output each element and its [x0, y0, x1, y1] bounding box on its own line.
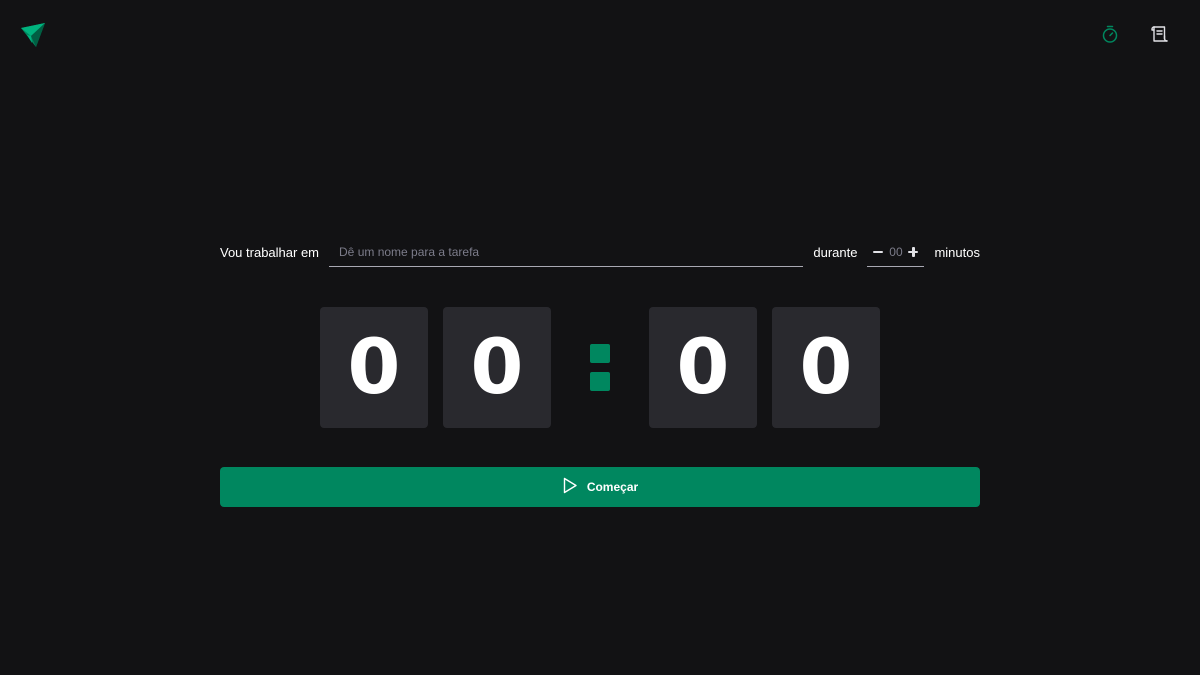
digit-text: 0: [800, 336, 853, 400]
seconds-ones-digit: 0: [772, 307, 880, 428]
timer-icon: [1100, 24, 1120, 49]
start-button-label: Começar: [586, 480, 639, 494]
minutes-input[interactable]: 00: [888, 245, 904, 259]
task-label: Vou trabalhar em: [220, 244, 320, 260]
seconds-tens-digit: 0: [649, 307, 757, 428]
minutes-ones-digit: 0: [443, 307, 551, 428]
nav-timer-link[interactable]: [1098, 24, 1122, 48]
minus-icon[interactable]: [872, 246, 884, 258]
app-page: Vou trabalhar em durante 00 minutos 0 0: [0, 0, 1200, 675]
digit-text: 0: [677, 336, 730, 400]
minutes-tens-digit: 0: [320, 307, 428, 428]
countdown-display: 0 0 0 0: [320, 307, 880, 428]
nav-history-link[interactable]: [1148, 24, 1172, 48]
digit-text: 0: [471, 336, 524, 400]
plus-icon[interactable]: [907, 246, 919, 258]
play-icon: [562, 477, 578, 497]
start-button[interactable]: Começar: [220, 467, 980, 507]
separator-dot-bottom: [590, 372, 610, 391]
task-input[interactable]: [329, 237, 804, 267]
minutes-stepper: 00: [867, 237, 925, 267]
duration-label: durante: [813, 244, 858, 260]
time-separator: [551, 307, 649, 428]
scroll-icon: [1150, 24, 1170, 49]
paper-plane-logo-icon: [20, 22, 46, 48]
minutes-unit-label: minutos: [934, 244, 980, 260]
digit-text: 0: [348, 336, 401, 400]
task-form: Vou trabalhar em durante 00 minutos: [220, 236, 980, 268]
header-nav: [1098, 24, 1172, 48]
separator-dot-top: [590, 344, 610, 363]
